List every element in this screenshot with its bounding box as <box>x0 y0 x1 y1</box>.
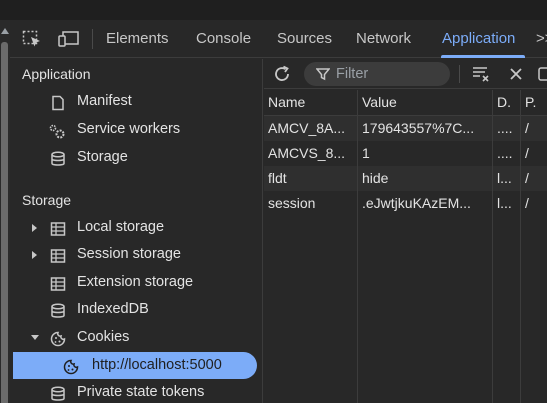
inspect-element-icon[interactable] <box>22 30 42 48</box>
filter-placeholder: Filter <box>336 66 369 82</box>
sidebar-item-label: Cookies <box>77 329 130 345</box>
window-top-strip <box>0 0 547 20</box>
cookie-name-cell: AMCVS_8... <box>268 145 346 161</box>
scroll-thumb[interactable] <box>1 42 8 403</box>
sidebar-item-cookies[interactable]: Cookies <box>10 324 262 351</box>
tab-console[interactable]: Console <box>196 20 251 58</box>
refresh-icon[interactable] <box>272 64 292 89</box>
cookie-domain-cell: .... <box>497 145 513 161</box>
cookie-value-cell: .eJwtjkuKAzEM... <box>362 195 471 211</box>
cookie-path-cell: / <box>525 195 529 211</box>
column-header-name[interactable]: Name <box>264 90 357 115</box>
cookies-toolbar: Filter <box>264 59 547 89</box>
sidebar-item-label: Local storage <box>77 219 165 235</box>
column-divider[interactable] <box>492 90 493 403</box>
tab-sources[interactable]: Sources <box>277 20 332 58</box>
column-divider[interactable] <box>520 90 521 403</box>
toolbar-separator <box>92 29 93 49</box>
column-header-domain[interactable]: D. <box>493 90 520 115</box>
sidebar-item-cookie-origin[interactable]: http://localhost:5000 <box>13 352 257 379</box>
sidebar-section-storage: Storage <box>22 192 72 208</box>
cookie-domain-cell: .... <box>497 120 513 136</box>
cookie-path-cell: / <box>525 170 529 186</box>
sidebar-item-label: http://localhost:5000 <box>92 357 222 373</box>
filter-input[interactable]: Filter <box>304 62 450 86</box>
table-icon <box>50 275 66 291</box>
sidebar-item-manifest[interactable]: Manifest <box>10 88 262 115</box>
sidebar-item-label: IndexedDB <box>77 301 149 317</box>
cookies-panel: Filter Name Value D. P. AMCV_8A... 17964… <box>264 59 547 403</box>
active-tab-indicator <box>441 55 525 58</box>
clear-filtered-cookies-icon[interactable] <box>471 64 491 89</box>
cookie-value-cell: hide <box>362 170 389 186</box>
sidebar-item-session-storage[interactable]: Session storage <box>10 241 262 268</box>
sidebar-item-indexeddb[interactable]: IndexedDB <box>10 296 262 323</box>
table-icon <box>50 220 66 236</box>
sidebar-item-extension-storage[interactable]: Extension storage <box>10 269 262 296</box>
column-divider[interactable] <box>357 90 358 403</box>
database-icon <box>50 385 66 401</box>
database-icon <box>50 302 66 318</box>
database-icon <box>50 150 66 166</box>
cookie-value-cell: 179643557%7C... <box>362 120 475 136</box>
cookie-value-cell: 1 <box>362 145 370 161</box>
toolbar-separator <box>459 65 460 83</box>
cookie-domain-cell: l... <box>497 170 512 186</box>
collapse-arrow-icon[interactable] <box>31 335 39 340</box>
table-icon <box>50 247 66 263</box>
expand-arrow-icon[interactable] <box>32 251 37 259</box>
tab-elements[interactable]: Elements <box>106 20 169 58</box>
clear-all-close-icon[interactable] <box>506 64 526 89</box>
column-header-path[interactable]: P. <box>521 90 547 115</box>
sidebar-item-local-storage[interactable]: Local storage <box>10 214 262 241</box>
sidebar-item-label: Private state tokens <box>77 384 205 400</box>
cookie-name-cell: fldt <box>268 170 287 186</box>
sidebar-item-label: Storage <box>77 149 128 165</box>
column-header-value[interactable]: Value <box>358 90 492 115</box>
checkbox-icon[interactable] <box>538 67 547 86</box>
document-icon <box>50 94 66 111</box>
cookie-path-cell: / <box>525 145 529 161</box>
sidebar-item-storage-overview[interactable]: Storage <box>10 144 262 171</box>
sidebar-item-label: Manifest <box>77 93 132 109</box>
sidebar-item-service-workers[interactable]: Service workers <box>10 116 262 143</box>
filter-funnel-icon <box>315 67 331 86</box>
expand-arrow-icon[interactable] <box>32 224 37 232</box>
cookie-path-cell: / <box>525 120 529 136</box>
device-toolbar-icon[interactable] <box>58 30 79 48</box>
cookie-name-cell: AMCV_8A... <box>268 120 346 136</box>
scroll-up-arrow-icon[interactable] <box>1 28 9 34</box>
sidebar-item-label: Extension storage <box>77 274 194 290</box>
cookie-name-cell: session <box>268 195 316 211</box>
tab-network[interactable]: Network <box>356 20 411 58</box>
tab-application[interactable]: Application <box>442 20 515 58</box>
gears-icon <box>48 122 65 139</box>
cookie-domain-cell: l... <box>497 195 512 211</box>
more-tabs-chevron-icon[interactable]: >> <box>536 20 547 58</box>
sidebar-item-label: Service workers <box>77 121 181 137</box>
sidebar-item-label: Session storage <box>77 246 181 262</box>
application-sidebar: Application Manifest Service workers Sto… <box>10 59 263 403</box>
left-scrollbar[interactable] <box>0 20 10 403</box>
cookie-icon <box>50 330 66 347</box>
sidebar-section-application: Application <box>22 66 91 82</box>
devtools-tab-bar: Elements Console Sources Network Applica… <box>10 20 547 58</box>
sidebar-item-private-state-tokens[interactable]: Private state tokens <box>10 379 262 403</box>
cookie-icon <box>63 358 79 375</box>
